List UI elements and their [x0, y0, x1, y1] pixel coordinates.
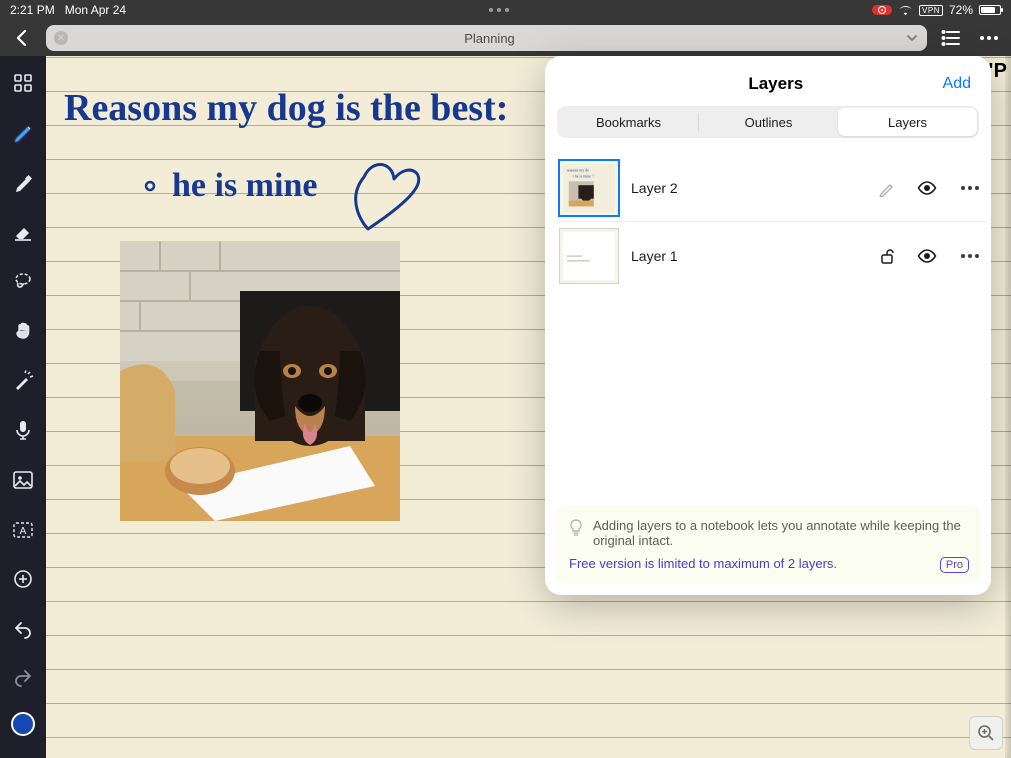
document-title-text: Planning [74, 31, 905, 46]
battery-percent-label: 72% [949, 3, 973, 17]
layers-panel: Layers Add Bookmarks Outlines Layers rea… [545, 56, 991, 595]
lasso-icon[interactable] [10, 269, 36, 295]
layer-thumbnail[interactable] [559, 228, 619, 284]
panel-tabs: Bookmarks Outlines Layers [557, 106, 979, 138]
lightbulb-icon [569, 519, 583, 548]
apps-grid-icon[interactable] [10, 70, 36, 96]
eraser-icon[interactable] [10, 219, 36, 245]
highlighter-icon[interactable] [10, 169, 36, 195]
chevron-down-icon[interactable] [905, 31, 919, 45]
handwriting-line-1: Reasons my dog is the best: [64, 87, 508, 129]
tip-callout: Adding layers to a notebook lets you ann… [555, 506, 981, 583]
pencil-icon[interactable] [873, 174, 901, 202]
tab-outlines[interactable]: Outlines [699, 108, 838, 136]
record-dot-icon [878, 6, 886, 14]
add-layer-button[interactable]: Add [943, 75, 971, 93]
svg-text:A: A [20, 526, 27, 537]
nav-bar: ✕ Planning [0, 20, 1011, 56]
hand-pan-icon[interactable] [10, 318, 36, 344]
layer-more-button[interactable] [953, 254, 987, 258]
screen-recording-indicator[interactable] [872, 5, 892, 15]
clear-title-icon[interactable]: ✕ [54, 31, 68, 45]
text-box-icon[interactable]: A [10, 517, 36, 543]
pro-badge[interactable]: Pro [940, 557, 969, 573]
vpn-indicator: VPN [919, 5, 943, 16]
layer-thumbnail[interactable]: reasons my do • he is mine ♡ [559, 160, 619, 216]
battery-icon [979, 5, 1001, 15]
tab-layers[interactable]: Layers [838, 108, 977, 136]
pen-icon[interactable] [10, 120, 36, 146]
layer-list: reasons my do • he is mine ♡ Layer 2 [545, 148, 991, 290]
layer-row[interactable]: Layer 1 [559, 222, 987, 290]
color-swatch[interactable] [11, 712, 35, 736]
layer-name-label: Layer 2 [631, 180, 861, 196]
inserted-photo[interactable] [120, 241, 400, 521]
eye-visibility-icon[interactable] [913, 242, 941, 270]
side-toolbar: A [0, 56, 46, 758]
more-menu-button[interactable] [975, 24, 1003, 52]
tab-bookmarks[interactable]: Bookmarks [559, 108, 698, 136]
status-date: Mon Apr 24 [65, 3, 126, 17]
wifi-icon [898, 5, 913, 16]
layer-row[interactable]: reasons my do • he is mine ♡ Layer 2 [559, 154, 987, 222]
laser-pointer-icon[interactable] [10, 368, 36, 394]
limit-text: Free version is limited to maximum of 2 … [569, 556, 967, 571]
add-shape-icon[interactable] [10, 566, 36, 592]
page-edge-shadow [1005, 56, 1011, 758]
document-title-field[interactable]: ✕ Planning [46, 25, 927, 51]
tip-text: Adding layers to a notebook lets you ann… [593, 518, 967, 548]
outline-list-icon[interactable] [937, 24, 965, 52]
svg-text:reasons my do: reasons my do [567, 168, 589, 172]
layer-more-button[interactable] [953, 186, 987, 190]
undo-button[interactable] [10, 616, 36, 642]
status-bar: 2:21 PM Mon Apr 24 VPN 72% [0, 0, 1011, 20]
svg-text:• he is mine ♡: • he is mine ♡ [573, 174, 596, 178]
back-button[interactable] [8, 24, 36, 52]
redo-button[interactable] [10, 664, 36, 690]
panel-title: Layers [609, 74, 943, 94]
image-icon[interactable] [10, 467, 36, 493]
multitask-dots-icon[interactable] [489, 8, 509, 12]
microphone-icon[interactable] [10, 417, 36, 443]
layer-name-label: Layer 1 [631, 248, 861, 264]
zoom-in-button[interactable] [969, 716, 1003, 750]
unlock-icon[interactable] [873, 242, 901, 270]
eye-visibility-icon[interactable] [913, 174, 941, 202]
status-time: 2:21 PM [10, 3, 55, 17]
heart-doodle-icon [356, 164, 419, 229]
status-right: VPN 72% [872, 3, 1001, 17]
status-left: 2:21 PM Mon Apr 24 [10, 3, 126, 17]
handwriting-line-2: he is mine [172, 167, 317, 204]
